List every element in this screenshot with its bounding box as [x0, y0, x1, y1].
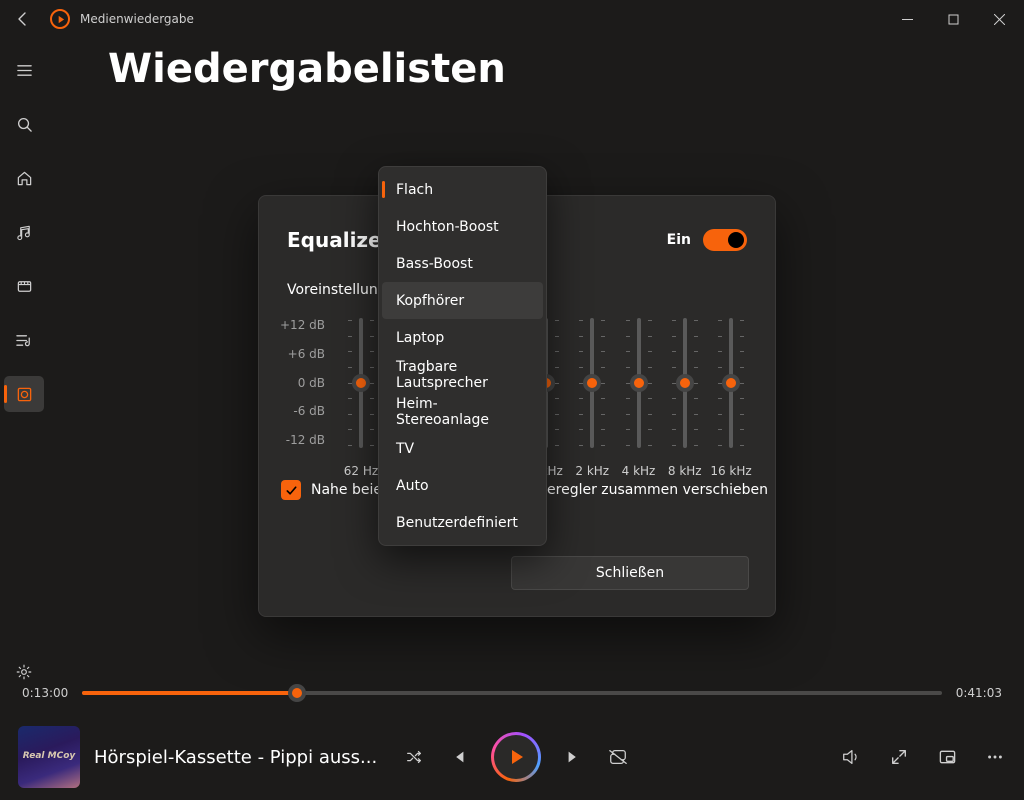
- eq-band-8: 16 kHz: [709, 316, 753, 478]
- album-art[interactable]: Real MCoy: [18, 726, 80, 788]
- video-library-button[interactable]: [4, 268, 44, 304]
- equalizer-title: Equalizer: [287, 228, 392, 252]
- eq-slider[interactable]: [626, 316, 652, 450]
- preset-item[interactable]: Benutzerdefiniert: [382, 504, 543, 541]
- track-title: Hörspiel-Kassette - Pippi auss...: [94, 747, 377, 768]
- eq-band-6: 4 kHz: [617, 316, 661, 478]
- preset-item[interactable]: TV: [382, 430, 543, 467]
- fullscreen-button[interactable]: [888, 746, 910, 768]
- equalizer-toggle[interactable]: [703, 229, 747, 251]
- preset-item[interactable]: Bass-Boost: [382, 245, 543, 282]
- remaining-time: 0:41:03: [956, 686, 1002, 700]
- eq-slider[interactable]: [672, 316, 698, 450]
- preset-item[interactable]: Heim-Stereoanlage: [382, 393, 543, 430]
- miniplayer-button[interactable]: [936, 746, 958, 768]
- elapsed-time: 0:13:00: [22, 686, 68, 700]
- eq-band-freq: 16 kHz: [710, 464, 751, 478]
- preset-item[interactable]: Flach: [382, 171, 543, 208]
- preset-dropdown[interactable]: FlachHochton-BoostBass-BoostKopfhörerLap…: [378, 166, 547, 546]
- previous-button[interactable]: [447, 746, 469, 768]
- app-title: Medienwiedergabe: [80, 12, 194, 26]
- player-bar: Real MCoy Hörspiel-Kassette - Pippi auss…: [0, 714, 1024, 800]
- app-icon: [50, 9, 70, 29]
- preset-item[interactable]: Laptop: [382, 319, 543, 356]
- shuffle-button[interactable]: [403, 746, 425, 768]
- equalizer-on-label: Ein: [667, 232, 691, 248]
- repeat-button[interactable]: [607, 746, 629, 768]
- eq-band-7: 8 kHz: [663, 316, 707, 478]
- eq-slider[interactable]: [348, 316, 374, 450]
- eq-band-freq: 62 Hz: [344, 464, 378, 478]
- play-button[interactable]: [491, 732, 541, 782]
- collection-button[interactable]: [4, 376, 44, 412]
- window-maximize-button[interactable]: [930, 3, 976, 35]
- seek-slider[interactable]: [82, 691, 941, 695]
- back-button[interactable]: [6, 2, 40, 36]
- preset-item[interactable]: Hochton-Boost: [382, 208, 543, 245]
- eq-slider[interactable]: [718, 316, 744, 450]
- volume-button[interactable]: [840, 746, 862, 768]
- eq-band-0: 62 Hz: [339, 316, 383, 478]
- music-library-button[interactable]: [4, 214, 44, 250]
- search-button[interactable]: [4, 106, 44, 142]
- window-minimize-button[interactable]: [884, 3, 930, 35]
- seek-row: 0:13:00 0:41:03: [22, 686, 1002, 700]
- eq-slider[interactable]: [579, 316, 605, 450]
- window-close-button[interactable]: [976, 3, 1022, 35]
- preset-item[interactable]: Tragbare Lautsprecher: [382, 356, 543, 393]
- preset-item[interactable]: Auto: [382, 467, 543, 504]
- preset-item[interactable]: Kopfhörer: [382, 282, 543, 319]
- playlists-button[interactable]: [4, 322, 44, 358]
- more-button[interactable]: [984, 746, 1006, 768]
- menu-button[interactable]: [4, 52, 44, 88]
- eq-band-5: 2 kHz: [570, 316, 614, 478]
- move-together-checkbox[interactable]: [281, 480, 301, 500]
- window-title-bar: Medienwiedergabe: [0, 0, 1024, 38]
- close-button[interactable]: Schließen: [511, 556, 749, 590]
- db-scale: +12 dB +6 dB 0 dB -6 dB -12 dB: [277, 316, 335, 446]
- page-title: Wiedergabelisten: [108, 46, 506, 92]
- home-button[interactable]: [4, 160, 44, 196]
- next-button[interactable]: [563, 746, 585, 768]
- eq-band-freq: 4 kHz: [622, 464, 656, 478]
- eq-band-freq: 8 kHz: [668, 464, 702, 478]
- settings-button[interactable]: [4, 654, 44, 690]
- eq-band-freq: 2 kHz: [575, 464, 609, 478]
